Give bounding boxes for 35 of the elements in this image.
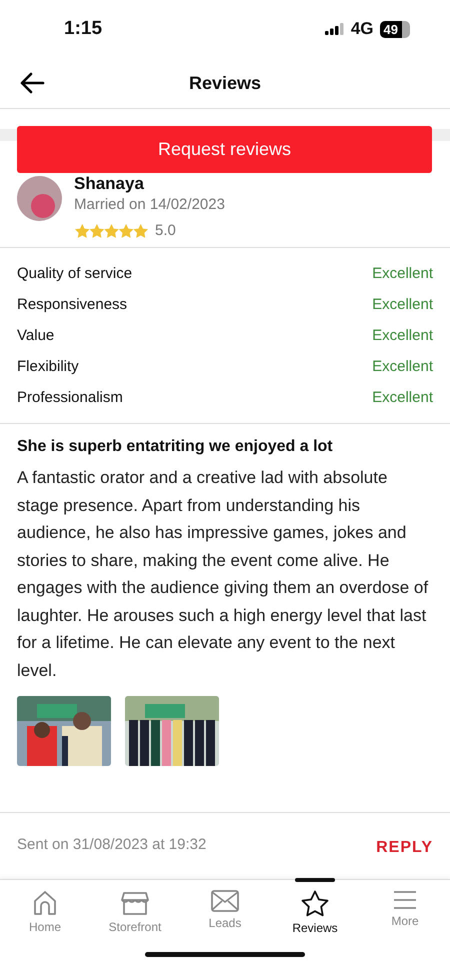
rating-value: Excellent — [372, 389, 433, 406]
rating-score: 5.0 — [155, 222, 176, 239]
tab[interactable]: Storefront — [90, 880, 180, 952]
tab[interactable]: More — [360, 880, 450, 952]
signal-icon — [324, 23, 345, 35]
page-title: Reviews — [188, 72, 262, 94]
tab[interactable]: Leads — [180, 880, 270, 952]
mail-icon — [211, 890, 239, 912]
reply-button[interactable]: REPLY — [376, 839, 433, 857]
rating-category: Professionalism — [17, 389, 123, 406]
store-icon — [121, 890, 149, 916]
home-icon — [32, 890, 58, 916]
status-time: 1:15 — [64, 18, 102, 40]
menu-icon — [393, 890, 417, 910]
rating-category: Responsiveness — [17, 296, 128, 313]
network-label: 4G — [350, 19, 374, 39]
rating-value: Excellent — [372, 327, 433, 344]
avatar — [17, 176, 62, 221]
rating-category: Quality of service — [17, 265, 132, 282]
rating-category: Flexibility — [17, 358, 79, 375]
rating-value: Excellent — [372, 358, 433, 375]
rating-value: Excellent — [372, 265, 433, 282]
rating-value: Excellent — [372, 296, 433, 313]
battery-indicator: 49 — [380, 20, 410, 38]
back-arrow-icon[interactable] — [19, 72, 45, 94]
sent-date: Sent on 31/08/2023 at 19:32 — [17, 836, 206, 852]
tab[interactable]: Reviews — [270, 880, 360, 952]
tab[interactable]: Home — [0, 880, 90, 952]
reviewer-name: Shanaya — [74, 174, 145, 194]
request-reviews-button[interactable]: Request reviews — [17, 126, 432, 173]
wedding-date: Married on 14/02/2023 — [74, 196, 225, 213]
star-icon — [301, 890, 329, 917]
review-text: A fantastic orator and a creative lad with absolute stage presence. Apart from understanding his audience, he also has impressive games, jokes and stories to share, making the event come alive. He engages with the audience giving them an overdose of laughter. He arouses such a high energy level that last for a lifetime. He can elevate any event to the next level. — [17, 467, 430, 682]
review-title: She is superb entatriting we enjoyed a lot — [17, 438, 334, 456]
rating-category: Value — [17, 327, 54, 344]
